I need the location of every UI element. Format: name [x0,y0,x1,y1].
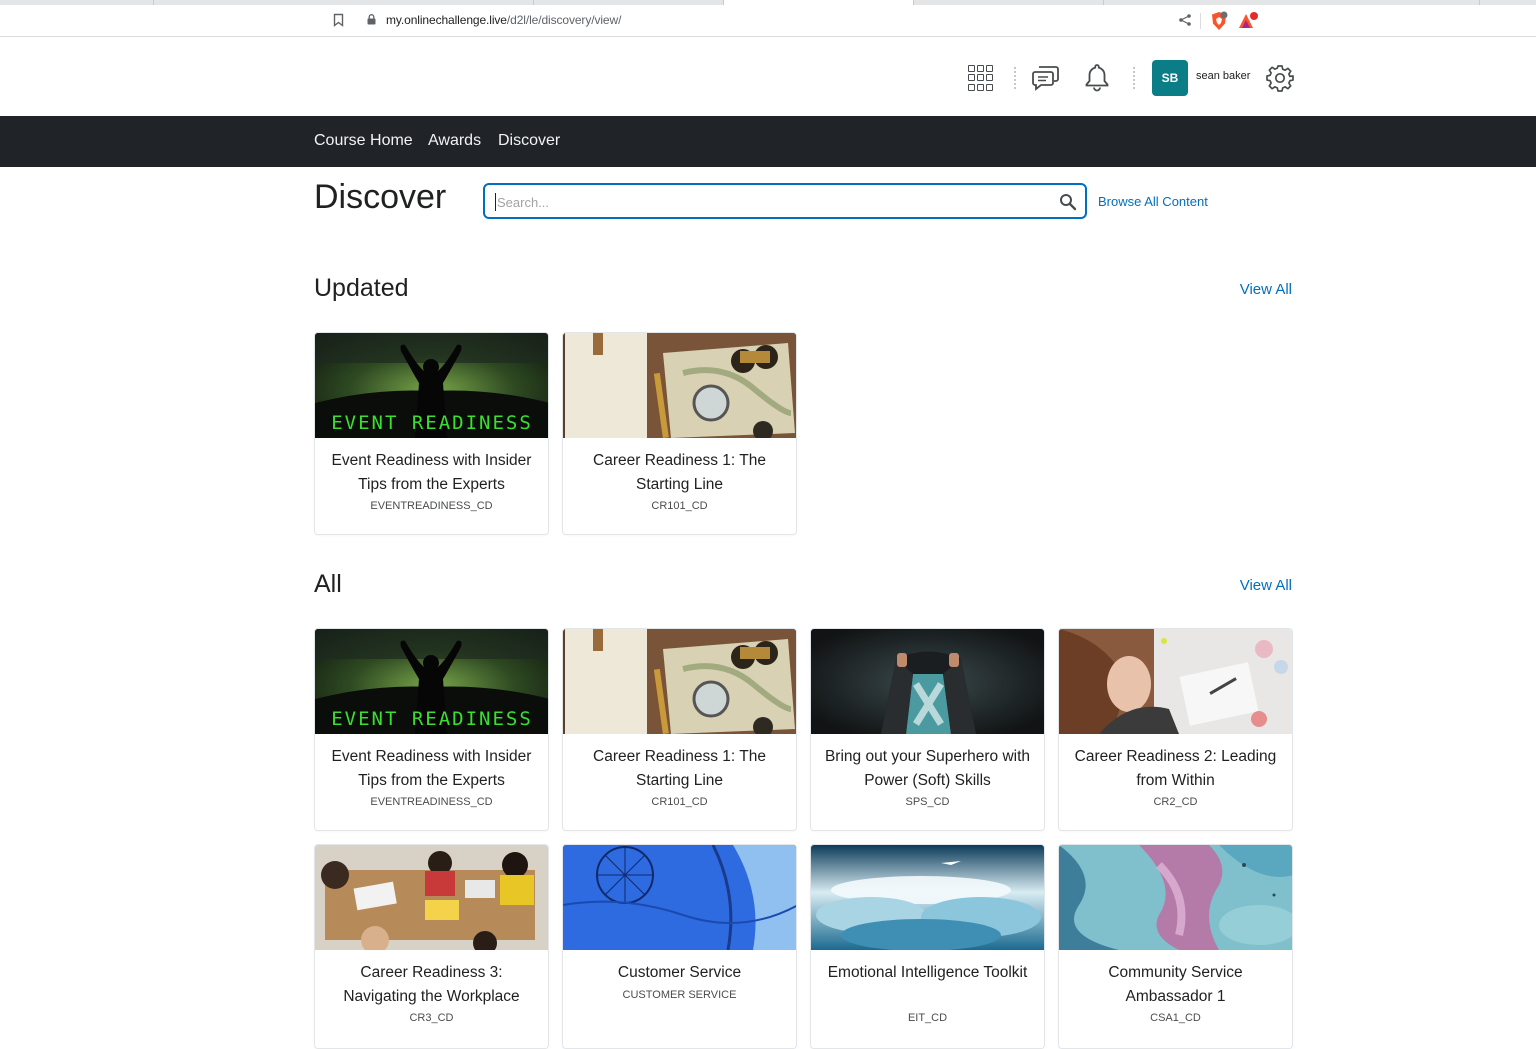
course-navbar: Course Home Awards Discover [0,116,1536,167]
url-text[interactable]: my.onlinechallenge.live/d2l/le/discovery… [386,13,621,27]
clouds-thumbnail [811,845,1044,950]
course-card[interactable]: EVENT READINESS Event Readiness with Ins… [314,332,549,535]
course-card[interactable]: Career Readiness 2: Leading from Within … [1058,628,1293,831]
course-card[interactable]: Career Readiness 3: Navigating the Workp… [314,844,549,1049]
course-card[interactable]: EVENT READINESS Event Readiness with Ins… [314,628,549,831]
minibar: SB sean baker [0,38,1536,116]
course-card-code: CR101_CD [651,796,708,808]
course-card[interactable]: Emotional Intelligence Toolkit EIT_CD [810,844,1045,1049]
section-title-updated: Updated [314,274,409,302]
balloon-thumbnail [563,845,796,950]
event-readiness-thumbnail: EVENT READINESS [315,333,548,438]
course-card-title[interactable]: Emotional Intelligence Toolkit [819,961,1036,985]
course-card-code: CUSTOMER SERVICE [622,989,737,1001]
share-icon[interactable] [1178,13,1192,27]
bookmark-icon[interactable] [333,13,344,27]
ink-thumbnail [1059,845,1292,950]
brave-rewards-icon[interactable] [1237,11,1259,31]
course-card-code: CR101_CD [651,500,708,512]
url-path: /d2l/le/discovery/view/ [506,13,622,27]
search-box[interactable] [483,183,1087,219]
course-card-title[interactable]: Career Readiness 1: The Starting Line [571,449,788,496]
search-icon[interactable] [1059,193,1077,211]
course-card-title[interactable]: Customer Service [571,961,788,985]
superhero-thumbnail [811,629,1044,734]
career-map-thumbnail [563,333,796,438]
url-host: my.onlinechallenge.live [386,13,507,27]
career-map-thumbnail [563,629,796,734]
message-alerts-icon[interactable] [1032,63,1060,91]
nav-item-course-home[interactable]: Course Home [314,132,413,150]
brave-shields-icon[interactable] [1209,11,1229,31]
section-title-all: All [314,570,342,598]
course-card[interactable]: Career Readiness 1: The Starting Line CR… [562,628,797,831]
course-card-code: CR3_CD [409,1012,454,1024]
url-divider [1200,13,1201,29]
course-card-code: EVENTREADINESS_CD [370,500,493,512]
notifications-bell-icon[interactable] [1083,62,1111,92]
minibar-divider [1133,67,1135,89]
course-card-code: EVENTREADINESS_CD [370,796,493,808]
course-selector-grid-icon[interactable] [968,65,994,91]
view-all-updated-link[interactable]: View All [1240,281,1292,298]
course-card[interactable]: Career Readiness 1: The Starting Line CR… [562,332,797,535]
course-card-title[interactable]: Career Readiness 3: Navigating the Workp… [323,961,540,1008]
page-title: Discover [314,178,447,216]
course-card-code: CR2_CD [1153,796,1198,808]
course-card[interactable]: Community Service Ambassador 1 CSA1_CD [1058,844,1293,1049]
course-card[interactable]: Bring out your Superhero with Power (Sof… [810,628,1045,831]
course-card[interactable]: Customer Service CUSTOMER SERVICE [562,844,797,1049]
course-card-code: CSA1_CD [1150,1012,1201,1024]
event-readiness-thumbnail-text: EVENT READINESS [331,708,533,730]
minibar-divider [1014,67,1016,89]
course-card-title[interactable]: Bring out your Superhero with Power (Sof… [819,745,1036,792]
settings-gear-icon[interactable] [1266,64,1294,92]
course-card-title[interactable]: Career Readiness 2: Leading from Within [1067,745,1284,792]
user-name[interactable]: sean baker [1196,70,1250,82]
course-card-title[interactable]: Event Readiness with Insider Tips from t… [323,449,540,496]
address-bar[interactable]: my.onlinechallenge.live/d2l/le/discovery… [0,5,1536,37]
browse-all-content-link[interactable]: Browse All Content [1098,194,1208,209]
view-all-all-link[interactable]: View All [1240,577,1292,594]
user-avatar[interactable]: SB [1152,60,1188,96]
team-table-thumbnail [315,845,548,950]
event-readiness-thumbnail: EVENT READINESS [315,629,548,734]
search-input[interactable] [495,193,1035,211]
nav-item-awards[interactable]: Awards [428,132,481,150]
course-card-code: EIT_CD [907,1012,948,1024]
course-card-title[interactable]: Event Readiness with Insider Tips from t… [323,745,540,792]
woman-writing-thumbnail [1059,629,1292,734]
event-readiness-thumbnail-text: EVENT READINESS [331,412,533,434]
course-card-code: SPS_CD [905,796,950,808]
course-card-title[interactable]: Community Service Ambassador 1 [1067,961,1284,1008]
course-card-title[interactable]: Career Readiness 1: The Starting Line [571,745,788,792]
nav-item-discover[interactable]: Discover [498,132,560,150]
lock-icon[interactable] [367,14,376,25]
